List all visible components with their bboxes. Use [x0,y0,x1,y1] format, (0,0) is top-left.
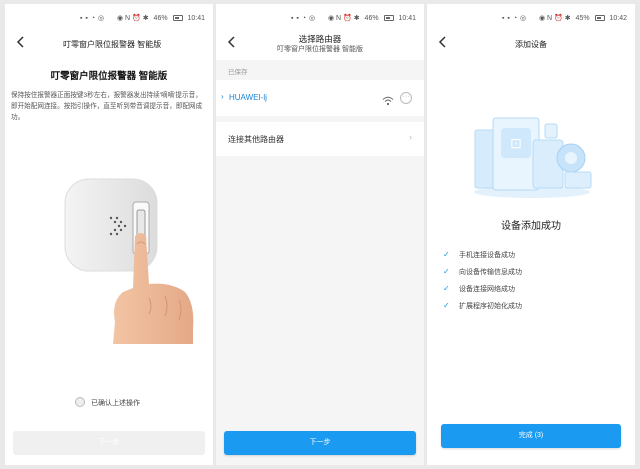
screen-select-router: ▪ ▪ ◔ ◎ ◉ N ⏰ ✱ 46% 10:41 选择路由器 叮零窗户限位报警… [216,4,424,465]
clock: 10:42 [609,15,627,22]
check-icon: ✓ [443,267,450,276]
next-button-disabled[interactable]: 下一步 [13,431,205,455]
battery-icon [594,15,605,21]
status-right: ◉ N ⏰ ✱ 46% 10:41 [325,14,416,22]
step-label: 扩展程序初始化成功 [459,303,522,310]
status-right: ◉ N ⏰ ✱ 45% 10:42 [536,14,627,22]
list-item: ✓ 扩展程序初始化成功 [443,301,522,318]
content-background [216,60,424,465]
status-right-icons: ◉ N ⏰ ✱ [328,15,360,22]
header-subtitle: 叮零窗户限位报警器 智能版 [277,46,363,53]
header: 叮零窗户限位报警器 智能版 [5,30,213,60]
wifi-icon [382,93,394,106]
clock: 10:41 [398,15,416,22]
instructions-text: 保持按住报警器正面按键3秒左右，报警器发出持续'嘀嘀'提示音，即开始配网连接。按… [11,92,203,121]
battery-level: 46% [364,15,379,22]
network-name: HUAWEI-lj [229,93,267,102]
progress-steps: ✓ 手机连接设备成功 ✓ 向设备传输信息成功 ✓ 设备连接网络成功 ✓ 扩展程序初始化成… [443,250,522,318]
check-icon: ✓ [443,284,450,293]
more-icon[interactable]: ··· [400,92,412,104]
header-title: 叮零窗户限位报警器 智能版 [63,40,162,49]
saved-network-row[interactable]: › HUAWEI-lj ··· [216,80,424,116]
status-icons: ▪ ▪ ◔ ◎ [502,15,527,22]
status-icons: ▪ ▪ ◔ ◎ [80,15,105,22]
screen-add-device-success: ▪ ▪ ◔ ◎ ◉ N ⏰ ✱ 45% 10:42 添加设备 ⊡ 设备添加成功 … [427,4,635,465]
next-button[interactable]: 下一步 [224,431,416,455]
list-item: ✓ 手机连接设备成功 [443,250,522,267]
done-button[interactable]: 完成 (3) [441,424,621,448]
svg-text:⊡: ⊡ [510,135,522,151]
battery-icon [172,15,183,21]
confirm-label: 已确认上述操作 [91,400,140,407]
status-icons: ▪ ▪ ◔ ◎ [291,15,316,22]
list-item: ✓ 设备连接网络成功 [443,284,522,301]
chevron-right-icon: › [221,92,224,101]
step-label: 向设备传输信息成功 [459,269,522,276]
status-bar: ▪ ▪ ◔ ◎ ◉ N ⏰ ✱ 46% 10:41 [216,4,424,30]
back-icon[interactable] [13,34,29,50]
battery-icon [383,15,394,21]
clock: 10:41 [187,15,205,22]
chevron-right-icon: › [409,132,412,142]
page-title: 叮零窗户限位报警器 智能版 [50,71,168,82]
status-right: ◉ N ⏰ ✱ 46% 10:41 [114,14,205,22]
header: 添加设备 [427,30,635,60]
connect-other-router-row[interactable]: 连接其他路由器 › [216,122,424,156]
success-title: 设备添加成功 [501,221,561,232]
check-icon: ✓ [443,250,450,259]
status-bar: ▪ ▪ ◔ ◎ ◉ N ⏰ ✱ 46% 10:41 [5,4,213,30]
screen-device-pairing-instructions: ▪ ▪ ◔ ◎ ◉ N ⏰ ✱ 46% 10:41 叮零窗户限位报警器 智能版 … [5,4,213,465]
alarm-device-illustration [53,174,203,344]
status-right-icons: ◉ N ⏰ ✱ [117,15,149,22]
radio-icon[interactable] [75,397,85,407]
header-title: 添加设备 [515,40,547,49]
step-label: 设备连接网络成功 [459,286,515,293]
other-router-label: 连接其他路由器 [228,135,284,144]
battery-level: 46% [153,15,168,22]
list-item: ✓ 向设备传输信息成功 [443,267,522,284]
status-right-icons: ◉ N ⏰ ✱ [539,15,571,22]
battery-level: 45% [575,15,590,22]
status-bar: ▪ ▪ ◔ ◎ ◉ N ⏰ ✱ 45% 10:42 [427,4,635,30]
smart-devices-illustration: ⊡ [467,100,597,200]
header: 选择路由器 叮零窗户限位报警器 智能版 [216,30,424,60]
step-label: 手机连接设备成功 [459,252,515,259]
confirm-checkbox[interactable]: 已确认上述操作 [75,397,140,408]
saved-section-label: 已保存 [228,69,248,76]
check-icon: ✓ [443,301,450,310]
